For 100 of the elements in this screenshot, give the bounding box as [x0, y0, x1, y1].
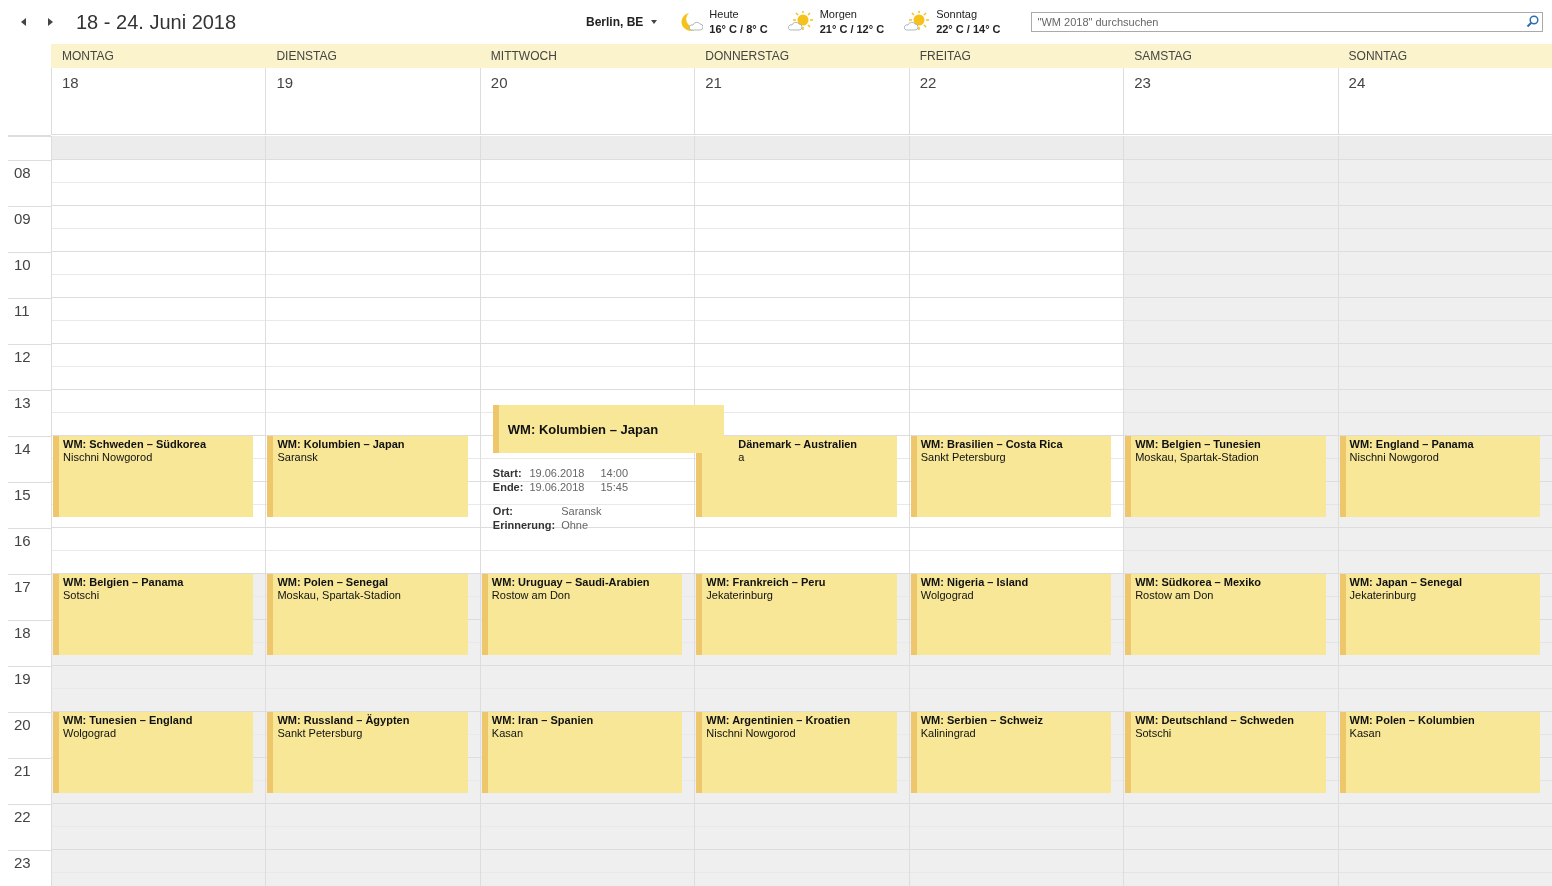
- calendar-event[interactable]: WM: Iran – Spanien Kasan: [481, 712, 683, 793]
- all-day-cell[interactable]: [266, 136, 480, 160]
- event-title: WM: Frankreich – Peru: [706, 576, 827, 589]
- calendar-event[interactable]: Dänemark – Australien a: [696, 436, 897, 517]
- calendar-event[interactable]: WM: Nigeria – Island Wolgograd: [910, 574, 1112, 655]
- day-column[interactable]: WM: Belgien – Tunesien Moskau, Spartak-Stadion WM: Südkorea – Mexiko Rostow am Don WM: Deutschland – Schweden Sotschi: [1123, 136, 1338, 886]
- hour-label: 17: [14, 578, 31, 595]
- all-day-cell[interactable]: [909, 136, 1124, 160]
- search-icon[interactable]: [1525, 15, 1539, 28]
- calendar-event[interactable]: WM: Argentinien – Kroatien Nischni Nowgorod: [696, 712, 897, 793]
- weekday-header: DONNERSTAG: [694, 44, 909, 68]
- calendar-event[interactable]: WM: Kolumbien – Japan Saransk: [267, 436, 468, 517]
- day-column[interactable]: WM: England – Panama Nischni Nowgorod WM: Japan – Senegal Jekaterinburg WM: Polen – Kolumbien Kasan: [1337, 136, 1552, 886]
- hour-label: 23: [14, 854, 31, 871]
- weather-temperature: 22° C / 14° C: [936, 22, 1001, 37]
- hour-label: 16: [14, 532, 31, 549]
- day-column[interactable]: WM: Brasilien – Costa Rica Sankt Petersburg WM: Nigeria – Island Wolgograd WM: Serbien – Schweiz Kaliningrad: [908, 136, 1124, 886]
- popup-title: WM: Kolumbien – Japan: [492, 405, 724, 453]
- popup-field-label: Ende:: [492, 481, 524, 493]
- day-column[interactable]: WM: Schweden – Südkorea Nischni Nowgorod WM: Belgien – Panama Sotschi WM: Tunesien – England Wolgograd: [51, 136, 266, 886]
- event-location: Nischni Nowgorod: [63, 451, 154, 464]
- hour-label: 22: [14, 808, 31, 825]
- calendar-event[interactable]: WM: Japan – Senegal Jekaterinburg: [1339, 574, 1540, 655]
- calendar-event[interactable]: WM: Belgien – Panama Sotschi: [53, 574, 254, 655]
- calendar-event[interactable]: WM: Brasilien – Costa Rica Sankt Petersburg: [910, 436, 1112, 517]
- hour-label: 19: [14, 670, 31, 687]
- event-location: Sankt Petersburg: [277, 727, 364, 740]
- weather-temperature: 16° C / 8° C: [709, 22, 768, 37]
- weather-temperature: 21° C / 12° C: [819, 22, 885, 37]
- day-number[interactable]: 22: [908, 68, 1124, 135]
- hour-label: 15: [14, 486, 31, 503]
- all-day-cell[interactable]: [52, 136, 266, 160]
- weekday-header: SAMSTAG: [1123, 44, 1338, 68]
- day-number[interactable]: 24: [1337, 68, 1552, 135]
- date-range-title: 18 - 24. Juni 2018: [76, 10, 238, 34]
- event-title: WM: Belgien – Tunesien: [1135, 438, 1262, 451]
- event-title: WM: Polen – Kolumbien: [1349, 714, 1476, 727]
- popup-field-value: Ohne: [561, 519, 590, 531]
- event-title: WM: Belgien – Panama: [63, 576, 185, 589]
- calendar-event[interactable]: WM: England – Panama Nischni Nowgorod: [1339, 436, 1540, 517]
- event-title: WM: Polen – Senegal: [277, 576, 390, 589]
- hour-label: 18: [14, 624, 31, 641]
- calendar-event[interactable]: WM: Serbien – Schweiz Kaliningrad: [910, 712, 1112, 793]
- calendar-event[interactable]: WM: Schweden – Südkorea Nischni Nowgorod: [53, 436, 254, 517]
- event-location: Sankt Petersburg: [920, 451, 1007, 464]
- event-location: Jekaterinburg: [706, 589, 774, 602]
- day-column[interactable]: Dänemark – Australien a WM: Frankreich – Peru Jekaterinburg WM: Argentinien – Kroatien Nischni Nowgorod: [694, 136, 909, 886]
- day-column[interactable]: WM: Kolumbien – Japan Saransk WM: Polen – Senegal Moskau, Spartak-Stadion WM: Russland – Ägypten Sankt Petersburg: [265, 136, 480, 886]
- hour-label: 20: [14, 716, 31, 733]
- calendar-event[interactable]: WM: Polen – Senegal Moskau, Spartak-Stadion: [267, 574, 468, 655]
- calendar-event[interactable]: WM: Uruguay – Saudi-Arabien Rostow am Don: [481, 574, 683, 655]
- popup-field-value: Saransk: [561, 505, 602, 517]
- calendar-event[interactable]: WM: Russland – Ägypten Sankt Petersburg: [267, 712, 468, 793]
- popup-field-value: 14:00: [600, 467, 628, 479]
- popup-field-value: 15:45: [600, 481, 628, 493]
- weekday-header: SONNTAG: [1337, 44, 1552, 68]
- event-title: WM: Serbien – Schweiz: [920, 714, 1044, 727]
- hour-label: 21: [14, 762, 31, 779]
- hour-label: 11: [14, 302, 30, 319]
- search-field[interactable]: "WM 2018" durchsuchen: [1030, 12, 1543, 32]
- calendar-event[interactable]: WM: Südkorea – Mexiko Rostow am Don: [1125, 574, 1326, 655]
- location-dropdown[interactable]: Berlin, BE: [586, 15, 658, 29]
- event-location: Wolgograd: [63, 727, 117, 740]
- calendar-event[interactable]: WM: Belgien – Tunesien Moskau, Spartak-Stadion: [1125, 436, 1326, 517]
- sun-cloud-icon: [904, 11, 931, 33]
- event-location: Kasan: [491, 727, 525, 740]
- sun-cloud-icon: [787, 11, 814, 33]
- hour-label: 14: [14, 440, 31, 457]
- event-location: Rostow am Don: [1135, 589, 1215, 602]
- weather-day: Sonntag: [936, 7, 1001, 22]
- day-number[interactable]: 19: [265, 68, 480, 135]
- day-number[interactable]: 21: [694, 68, 909, 135]
- event-location: Sotschi: [1135, 727, 1173, 740]
- weekday-header: FREITAG: [908, 44, 1124, 68]
- all-day-cell[interactable]: [480, 136, 695, 160]
- hour-label: 12: [14, 348, 31, 365]
- event-location: Kaliningrad: [920, 727, 977, 740]
- event-title: WM: Argentinien – Kroatien: [706, 714, 852, 727]
- event-location: Nischni Nowgorod: [706, 727, 797, 740]
- event-title: WM: Tunesien – England: [63, 714, 194, 727]
- caret-icon: [651, 20, 658, 24]
- day-number[interactable]: 23: [1123, 68, 1338, 135]
- event-title: WM: Schweden – Südkorea: [63, 438, 208, 451]
- event-location: Moskau, Spartak-Stadion: [277, 589, 402, 602]
- event-location: a: [738, 451, 746, 464]
- event-location: Jekaterinburg: [1349, 589, 1418, 602]
- event-title: WM: Deutschland – Schweden: [1135, 714, 1296, 727]
- event-title: WM: Iran – Spanien: [491, 714, 595, 727]
- calendar-event[interactable]: WM: Polen – Kolumbien Kasan: [1339, 712, 1540, 793]
- weather-day: Morgen: [819, 7, 885, 22]
- all-day-cell[interactable]: [695, 136, 909, 160]
- day-number[interactable]: 18: [51, 68, 266, 135]
- calendar-event[interactable]: WM: Frankreich – Peru Jekaterinburg: [696, 574, 897, 655]
- calendar-event[interactable]: WM: Deutschland – Schweden Sotschi: [1125, 712, 1326, 793]
- popup-field-label: Erinnerung:: [492, 519, 556, 531]
- event-title: Dänemark – Australien: [738, 438, 859, 451]
- calendar-event[interactable]: WM: Tunesien – England Wolgograd: [53, 712, 254, 793]
- popup-field-value: 19.06.2018: [529, 467, 585, 479]
- popup-field-value: 19.06.2018: [529, 481, 585, 493]
- day-number[interactable]: 20: [479, 68, 695, 135]
